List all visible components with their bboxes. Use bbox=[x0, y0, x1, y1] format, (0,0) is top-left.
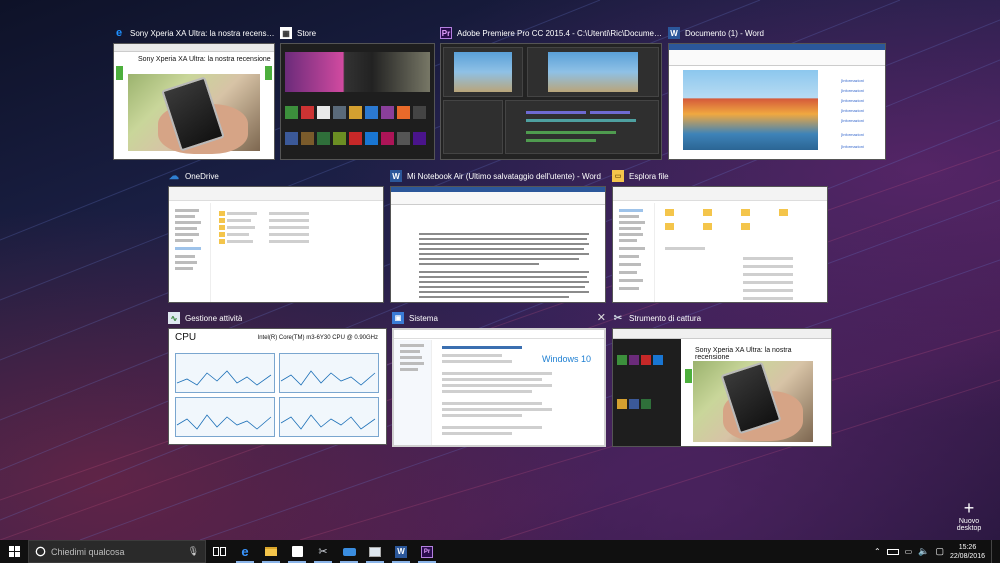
store-icon: ▦ bbox=[280, 27, 292, 39]
taskbar-store[interactable] bbox=[284, 540, 310, 563]
window-onedrive[interactable]: ☁ OneDrive bbox=[168, 169, 384, 303]
edge-icon: e bbox=[241, 544, 249, 559]
microphone-icon[interactable]: 🎙 bbox=[188, 546, 199, 557]
window-preview: Sony Xperia XA Ultra: la nostra recensio… bbox=[612, 328, 832, 447]
window-snipping-tool[interactable]: ✂ Strumento di cattura Sony Xperia XA Ul… bbox=[612, 311, 832, 447]
action-center-icon[interactable]: ▢ bbox=[935, 546, 944, 557]
taskbar: Chiedimi qualcosa 🎙 e ✂ W Pr ⌃ ▭ 🔈 ▢ 15:… bbox=[0, 540, 1000, 563]
window-premiere[interactable]: Pr Adobe Premiere Pro CC 2015.4 - C:\Ute… bbox=[440, 26, 662, 160]
document-image bbox=[683, 70, 818, 150]
window-preview bbox=[440, 43, 662, 160]
window-preview: CPU Intel(R) Core(TM) m3-6Y30 CPU @ 0.90… bbox=[168, 328, 387, 445]
window-title: Esplora file bbox=[629, 171, 669, 181]
taskbar-premiere[interactable]: Pr bbox=[414, 540, 440, 563]
taskbar-snipping-tool[interactable]: ✂ bbox=[310, 540, 336, 563]
word-icon: W bbox=[395, 545, 407, 558]
system-tray: ⌃ ▭ 🔈 ▢ 15:26 22/08/2016 bbox=[874, 540, 1000, 563]
window-preview: [Informazioni [Informazioni [Informazion… bbox=[668, 43, 886, 160]
edge-icon: e bbox=[115, 27, 123, 39]
system-icon: ▣ bbox=[392, 312, 404, 324]
battery-icon[interactable] bbox=[886, 548, 899, 555]
task-manager-icon: ∿ bbox=[168, 312, 180, 324]
windows-10-logo: Windows 10 bbox=[542, 354, 592, 364]
clock[interactable]: 15:26 22/08/2016 bbox=[950, 543, 985, 561]
phone-photo bbox=[128, 74, 260, 154]
taskbar-file-explorer[interactable] bbox=[258, 540, 284, 563]
window-word-documento[interactable]: W Documento (1) - Word [Informazioni [In… bbox=[668, 26, 886, 160]
window-preview bbox=[280, 43, 435, 160]
window-title: Sistema bbox=[409, 313, 438, 323]
chevron-up-icon[interactable]: ⌃ bbox=[874, 547, 881, 556]
premiere-icon: Pr bbox=[440, 27, 452, 39]
snipping-tool-icon: ✂ bbox=[318, 546, 328, 558]
window-title: Sony Xperia XA Ultra: la nostra recensio… bbox=[130, 28, 275, 38]
window-store[interactable]: ▦ Store bbox=[280, 26, 435, 160]
volume-icon[interactable]: 🔈 bbox=[918, 546, 929, 557]
plus-icon: + bbox=[963, 498, 975, 518]
clock-time: 15:26 bbox=[958, 543, 977, 551]
new-desktop-label: Nuovo desktop bbox=[956, 518, 982, 532]
window-task-manager[interactable]: ∿ Gestione attività CPU Intel(R) Core(TM… bbox=[168, 311, 387, 445]
taskbar-task-manager[interactable] bbox=[362, 540, 388, 563]
file-explorer-icon bbox=[265, 547, 277, 556]
file-explorer-icon: ▭ bbox=[612, 170, 624, 182]
window-file-explorer[interactable]: ▭ Esplora file bbox=[612, 169, 828, 303]
network-icon[interactable]: ▭ bbox=[905, 547, 913, 556]
window-title: Strumento di cattura bbox=[629, 313, 702, 323]
premiere-icon: Pr bbox=[421, 545, 433, 558]
window-preview bbox=[612, 186, 828, 303]
task-view-button[interactable] bbox=[206, 540, 232, 563]
task-view-icon bbox=[212, 547, 226, 556]
window-preview: Sony Xperia XA Ultra: la nostra recensio… bbox=[113, 43, 275, 160]
window-title: Gestione attività bbox=[185, 313, 243, 323]
window-preview bbox=[168, 186, 384, 303]
window-edge[interactable]: e Sony Xperia XA Ultra: la nostra recens… bbox=[113, 26, 275, 160]
word-icon: W bbox=[668, 27, 680, 39]
article-heading: Sony Xperia XA Ultra: la nostra recensio… bbox=[695, 347, 792, 361]
taskbar-edge[interactable]: e bbox=[232, 540, 258, 563]
window-title: OneDrive bbox=[185, 171, 219, 181]
cpu-graph-lines bbox=[176, 370, 376, 430]
start-button[interactable] bbox=[0, 540, 28, 563]
window-title: Documento (1) - Word bbox=[685, 28, 764, 38]
window-preview: Windows 10 bbox=[392, 328, 606, 447]
window-title: Mi Notebook Air (Ultimo salvataggio dell… bbox=[407, 171, 601, 181]
window-title: Store bbox=[297, 28, 317, 38]
cortana-icon bbox=[35, 546, 46, 557]
search-input[interactable]: Chiedimi qualcosa 🎙 bbox=[28, 540, 206, 563]
windows-logo-icon bbox=[8, 546, 20, 557]
window-title: Adobe Premiere Pro CC 2015.4 - C:\Utenti… bbox=[457, 28, 662, 38]
cpu-label: CPU bbox=[175, 332, 197, 343]
store-icon bbox=[291, 546, 303, 557]
window-word-notebook[interactable]: W Mi Notebook Air (Ultimo salvataggio de… bbox=[390, 169, 606, 303]
snipping-tool-icon: ✂ bbox=[613, 312, 623, 324]
taskbar-onedrive[interactable] bbox=[336, 540, 362, 563]
clock-date: 22/08/2016 bbox=[949, 552, 985, 560]
cpu-model: Intel(R) Core(TM) m3-6Y30 CPU @ 0.90GHz bbox=[257, 335, 378, 341]
show-desktop-button[interactable] bbox=[991, 540, 994, 563]
close-icon[interactable]: ✕ bbox=[597, 311, 606, 324]
new-desktop-button[interactable]: + Nuovo desktop bbox=[946, 499, 992, 532]
taskbar-word[interactable]: W bbox=[388, 540, 414, 563]
onedrive-icon: ☁ bbox=[169, 170, 179, 182]
window-sistema[interactable]: ▣ Sistema ✕ Windows 10 bbox=[392, 311, 606, 447]
task-manager-icon bbox=[369, 546, 381, 557]
window-preview bbox=[390, 186, 606, 303]
word-icon: W bbox=[390, 170, 402, 182]
search-placeholder: Chiedimi qualcosa bbox=[51, 546, 125, 557]
article-heading: Sony Xperia XA Ultra: la nostra recensio… bbox=[138, 56, 271, 63]
onedrive-icon bbox=[342, 547, 356, 556]
